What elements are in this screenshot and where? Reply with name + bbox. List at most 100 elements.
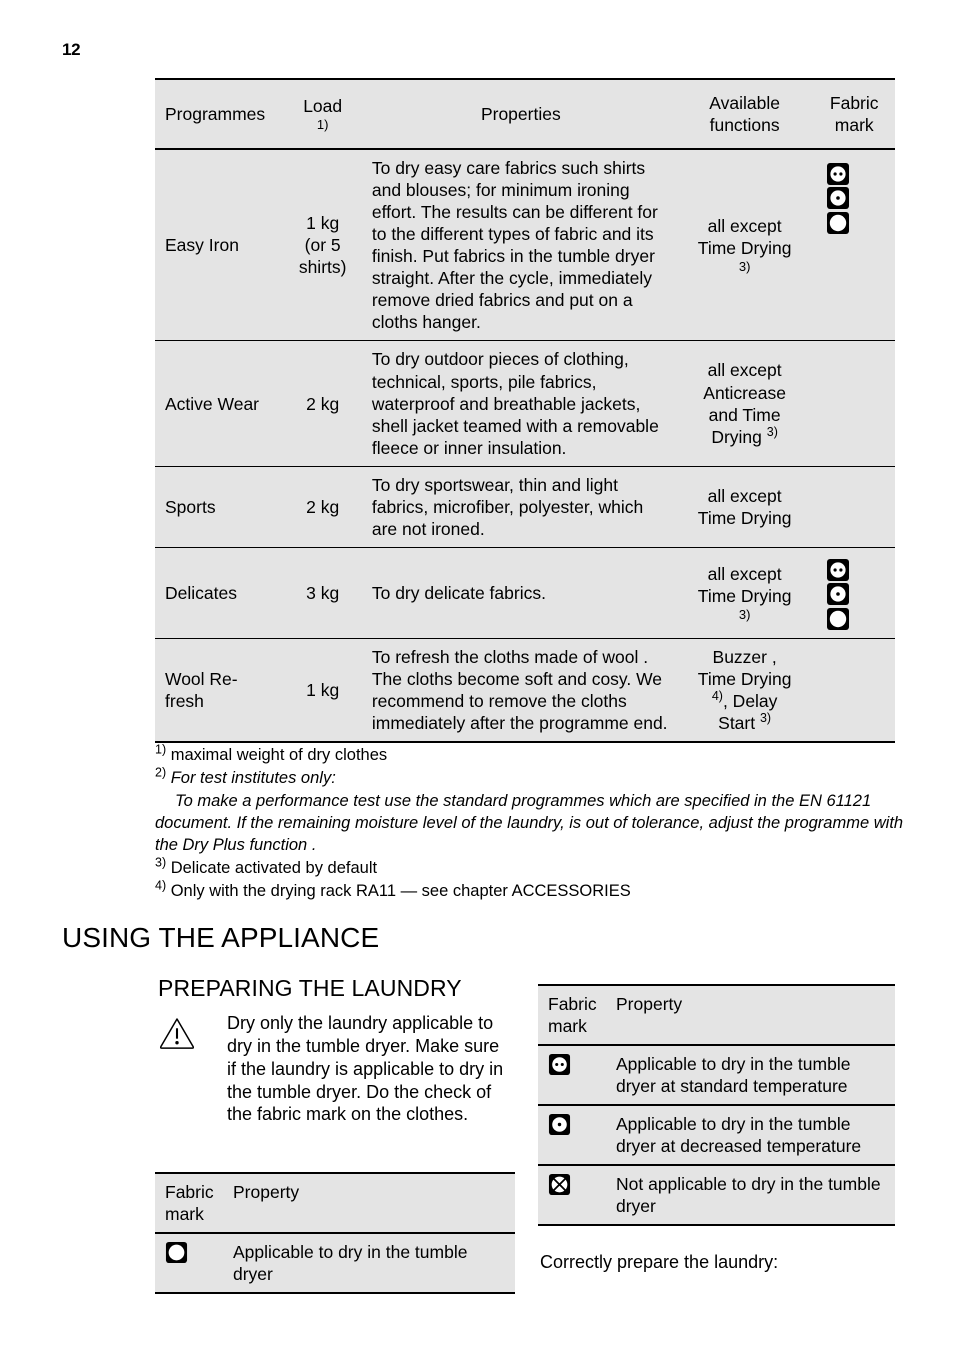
load-line1: 1 kg [306, 213, 340, 234]
functions-line1: Buzzer , [712, 646, 777, 667]
programmes-table: Programmes Load 1) Properties Available … [155, 78, 895, 744]
footnote-2-body: To make a performance test use the stand… [155, 791, 904, 854]
functions-footnote: 3) [738, 606, 751, 622]
load-line3: shirts) [298, 257, 347, 278]
functions-line1: all except [707, 216, 782, 237]
fabric-mark-table-left-header: Fabric mark Property [155, 1173, 515, 1234]
cell-available-functions: all except Time Drying 3) [675, 149, 814, 341]
cell-fabric-mark [813, 340, 895, 467]
fabric-mark-line1: Fabric [548, 994, 597, 1014]
decreased-temp-icon [826, 582, 850, 606]
functions-line1: all except [707, 485, 782, 506]
closing-line: Correctly prepare the laundry: [540, 1252, 779, 1272]
table-header-row: Programmes Load 1) Properties Available … [155, 79, 895, 150]
column-header-property: Property [231, 1173, 515, 1234]
cell-load: 3 kg [285, 547, 360, 639]
functions-line2: Anticrease [703, 382, 786, 403]
cell-available-functions: all except Anticrease and Time Drying 3) [675, 340, 814, 467]
column-header-fabric-mark: Fabric mark [155, 1173, 231, 1234]
fabric-mark-table-right-header: Fabric mark Property [538, 985, 895, 1046]
cell-properties: To dry delicate fabrics. [359, 547, 676, 639]
cell-properties: To dry easy care fabrics such shirts and… [359, 149, 676, 341]
page-number: 12 [62, 40, 81, 59]
footnote-1-text: maximal weight of dry clothes [170, 746, 388, 764]
tumble-dry-icon [165, 1241, 188, 1264]
cell-property: Applicable to dry in the tumble dryer at… [614, 1105, 895, 1166]
table-row: Easy Iron 1 kg (or 5 shirts) To dry easy… [155, 149, 895, 341]
cell-available-functions: Buzzer , Time Drying 4), Delay Start 3) [675, 638, 814, 743]
functions-footnote: 3) [759, 711, 772, 726]
cell-programme: Sports [155, 466, 286, 548]
table-row: Sports 2 kg To dry sportswear, thin and … [155, 466, 895, 548]
fabric-mark-line2: mark [165, 1204, 204, 1225]
standard-temp-icon [548, 1053, 571, 1076]
fabric-mark-line2: mark [548, 1016, 587, 1037]
cell-properties: To dry sportswear, thin and light fabric… [359, 466, 676, 548]
decreased-temp-icon [548, 1113, 571, 1136]
functions-line3: and Time [708, 404, 781, 425]
warning-block: Dry only the laundry applicable to dry i… [158, 1012, 513, 1126]
functions-line2: Time Drying [697, 507, 792, 528]
fabric-mark-line2: mark [834, 115, 874, 136]
column-header-available-functions: Available functions [675, 79, 814, 150]
standard-temp-icon [826, 162, 850, 186]
fabric-mark-line1: Fabric [165, 1182, 214, 1202]
footnotes-block: 1) maximal weight of dry clothes 2) For … [155, 742, 915, 904]
functions-line1: all except [707, 563, 782, 584]
cell-property: Applicable to dry in the tumble dryer at… [614, 1045, 895, 1106]
functions-line2: Time Drying [697, 668, 792, 689]
functions-line4-label: Start [718, 712, 756, 733]
decreased-temp-icon [826, 186, 850, 210]
table-row: Applicable to dry in the tumble dryer [155, 1233, 515, 1294]
cell-fabric-mark [155, 1233, 231, 1294]
table-row: Applicable to dry in the tumble dryer at… [538, 1045, 895, 1106]
table-row: Applicable to dry in the tumble dryer at… [538, 1105, 895, 1166]
footnote-3: 3) Delicate activated by default [155, 856, 915, 880]
subsection-title: PREPARING THE LAUNDRY [158, 975, 462, 1001]
functions-line4: Drying 3) [682, 426, 808, 448]
column-header-load-footnote: 1) [316, 116, 329, 132]
functions-footnote: 3) [766, 424, 778, 439]
table-header-row: Fabric mark Property [155, 1173, 515, 1234]
column-header-load-label: Load [303, 95, 343, 116]
cell-available-functions: all except Time Drying [675, 466, 814, 548]
table-header-row: Fabric mark Property [538, 985, 895, 1046]
cell-programme: Wool Re- fresh [155, 638, 286, 743]
cell-fabric-mark [538, 1105, 614, 1166]
table-row: Active Wear 2 kg To dry outdoor pieces o… [155, 340, 895, 467]
tumble-dry-icon [826, 607, 850, 631]
cell-fabric-mark [538, 1045, 614, 1106]
footnote-4: 4) Only with the drying rack RA11 — see … [155, 879, 915, 903]
fabric-mark-table-left: Fabric mark Property Applicable to dry i… [155, 1172, 515, 1295]
fabric-mark-cluster [826, 558, 882, 631]
fabric-mark-line1: Fabric [829, 93, 879, 113]
cell-programme: Easy Iron [155, 149, 286, 341]
footnote-2: 2) For test institutes only: [155, 766, 915, 790]
cell-properties: To dry outdoor pieces of clothing, techn… [359, 340, 676, 467]
fabric-mark-table-right: Fabric mark Property Applicable to dry i… [538, 984, 895, 1227]
cell-load: 1 kg (or 5 shirts) [285, 149, 360, 341]
warning-text: Dry only the laundry applicable to dry i… [227, 1013, 504, 1125]
cell-fabric-mark [813, 149, 895, 341]
functions-line1: all except [707, 360, 782, 381]
cell-property: Not applicable to dry in the tumble drye… [614, 1165, 895, 1226]
footnote-1-number: 1) [155, 742, 167, 757]
not-applicable-icon [548, 1173, 571, 1196]
column-header-programmes: Programmes [155, 79, 286, 150]
column-header-properties: Properties [359, 79, 676, 150]
warning-triangle-icon [158, 1012, 202, 1126]
column-header-load: Load 1) [285, 79, 360, 150]
column-header-fabric-mark: Fabric mark [538, 985, 614, 1046]
footnote-1: 1) maximal weight of dry clothes [155, 742, 915, 767]
fabric-mark-cluster [826, 162, 882, 235]
fabric-mark-table-left-body: Applicable to dry in the tumble dryer [155, 1233, 515, 1294]
cell-programme: Active Wear [155, 340, 286, 467]
programmes-table-header: Programmes Load 1) Properties Available … [155, 79, 895, 150]
cell-load: 1 kg [285, 638, 360, 743]
cell-property: Applicable to dry in the tumble dryer [231, 1233, 515, 1294]
cell-properties: To refresh the cloths made of wool . The… [359, 638, 676, 743]
table-row: Not applicable to dry in the tumble drye… [538, 1165, 895, 1226]
functions-line3: 4), Delay [682, 690, 808, 712]
table-row: Wool Re- fresh 1 kg To refresh the cloth… [155, 638, 895, 743]
functions-line3-label: , Delay [722, 690, 778, 711]
